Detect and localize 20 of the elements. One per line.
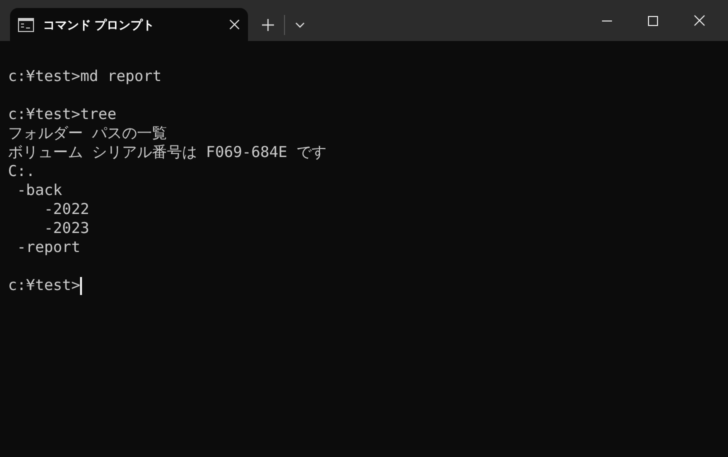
terminal-line: c:¥test>tree (8, 105, 116, 124)
terminal-line: c:¥test>md report (8, 67, 162, 86)
terminal-line: ボリューム シリアル番号は F069-684E です (8, 143, 326, 162)
tab-title: コマンド プロンプト (43, 16, 156, 34)
minimize-icon[interactable] (602, 20, 612, 22)
terminal-line: -back (16, 181, 62, 200)
terminal-line: -2023 (43, 219, 90, 238)
terminal-line: -report (16, 238, 80, 257)
chevron-down-icon[interactable] (295, 22, 305, 28)
close-icon[interactable] (229, 19, 240, 30)
tab[interactable]: コマンド プロンプト (10, 8, 248, 41)
terminal-line: -2022 (43, 200, 90, 219)
maximize-icon[interactable] (648, 16, 658, 26)
terminal-prompt: c:¥test> (8, 276, 80, 295)
close-icon[interactable] (694, 15, 704, 26)
terminal-line: C:. (8, 162, 36, 181)
plus-icon[interactable] (262, 18, 274, 30)
terminal-line: フォルダー パスの一覧 (8, 124, 168, 143)
terminal-icon (18, 18, 34, 32)
text-cursor (80, 276, 82, 294)
